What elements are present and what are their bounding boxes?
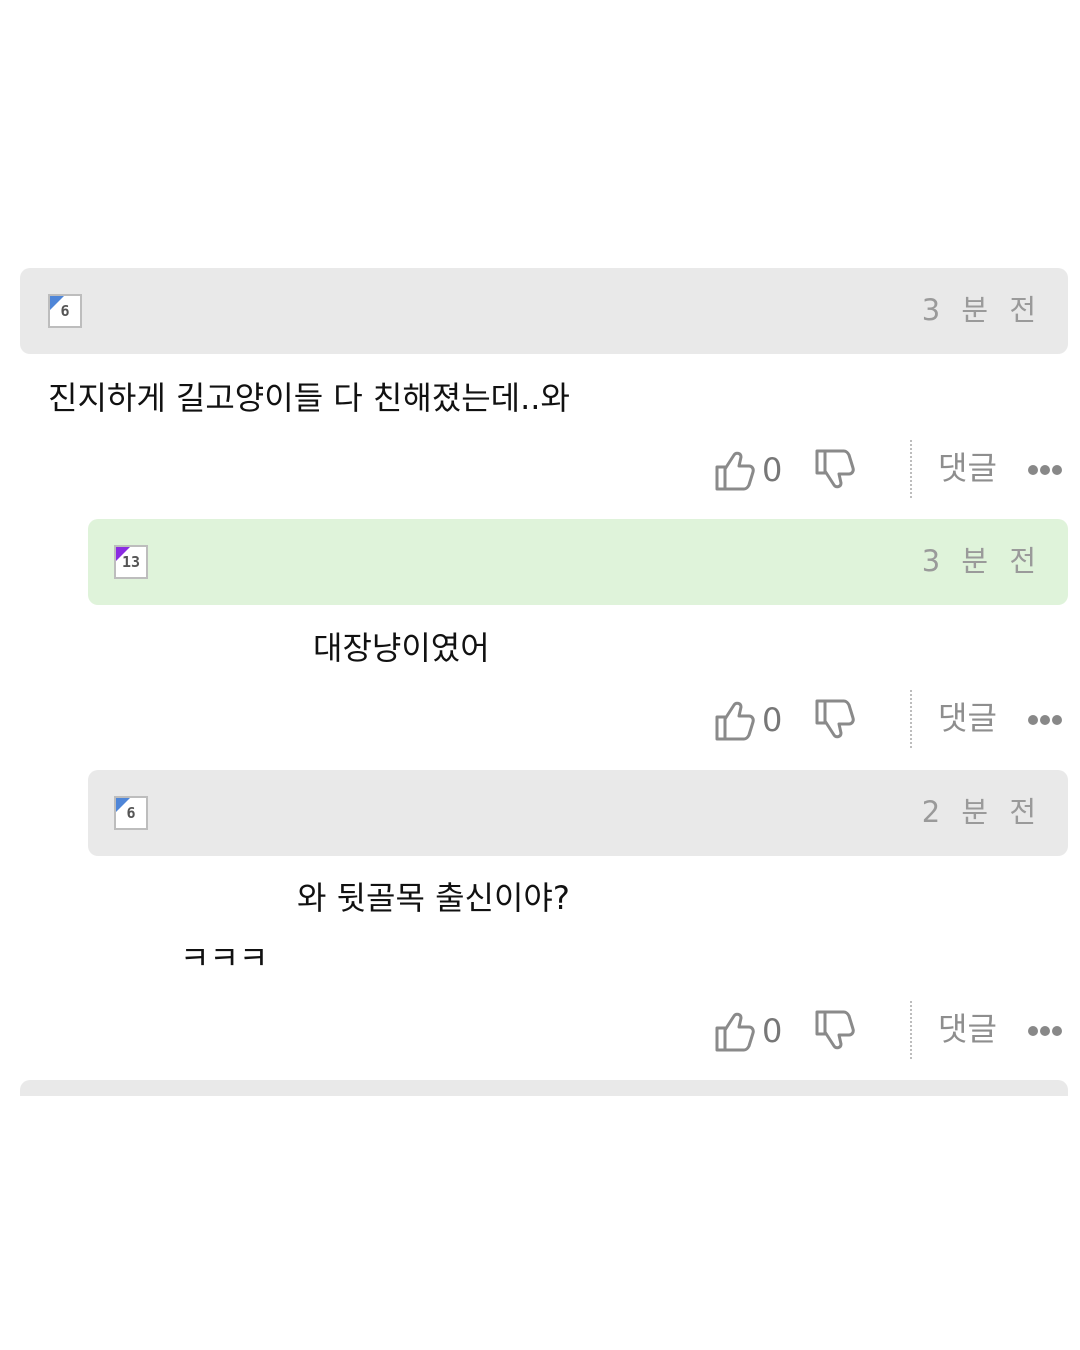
action-divider xyxy=(910,1001,912,1059)
thumbs-down-icon[interactable] xyxy=(812,1006,858,1056)
next-comment-header xyxy=(20,1080,1068,1096)
more-dots-icon[interactable] xyxy=(1028,710,1068,726)
like-count: 0 xyxy=(762,701,783,739)
comment-actions: 0 댓글 xyxy=(700,690,1080,750)
comment-actions: 0 댓글 xyxy=(700,1001,1080,1061)
comment-time: 3 분 전 xyxy=(921,544,1042,578)
action-divider xyxy=(910,690,912,748)
thumbs-up-icon[interactable] xyxy=(712,1006,758,1056)
more-dots-icon[interactable] xyxy=(1028,1021,1068,1037)
like-count: 0 xyxy=(762,1012,783,1050)
reply-button[interactable]: 댓글 xyxy=(938,446,997,490)
comment-header: 6 2 분 전 xyxy=(88,770,1068,856)
comment-header: 6 3 분 전 xyxy=(20,268,1068,354)
comment-text: 대장냥이였어 xyxy=(313,629,490,667)
level-number: 6 xyxy=(60,302,70,320)
level-badge: 13 xyxy=(114,545,148,579)
level-number: 13 xyxy=(121,553,141,571)
reply-button[interactable]: 댓글 xyxy=(938,1007,997,1051)
level-badge: 6 xyxy=(48,294,82,328)
thumbs-up-icon[interactable] xyxy=(712,695,758,745)
comment-header: 13 3 분 전 xyxy=(88,519,1068,605)
thumbs-down-icon[interactable] xyxy=(812,695,858,745)
more-dots-icon[interactable] xyxy=(1028,460,1068,476)
comment-text: 진지하게 길고양이들 다 친해졌는데..와 xyxy=(48,379,570,417)
action-divider xyxy=(910,440,912,498)
level-number: 6 xyxy=(126,804,136,822)
comment-text-line-1: 와 뒷골목 출신이야? xyxy=(297,879,570,917)
level-badge: 6 xyxy=(114,796,148,830)
comment-time: 2 분 전 xyxy=(921,795,1042,829)
comment-actions: 0 댓글 xyxy=(700,440,1080,500)
reply-button[interactable]: 댓글 xyxy=(938,696,997,740)
thumbs-down-icon[interactable] xyxy=(812,445,858,495)
comment-time: 3 분 전 xyxy=(921,293,1042,327)
comment-text-line-2: ㅋㅋㅋ xyxy=(180,939,269,977)
thumbs-up-icon[interactable] xyxy=(712,445,758,495)
like-count: 0 xyxy=(762,451,783,489)
